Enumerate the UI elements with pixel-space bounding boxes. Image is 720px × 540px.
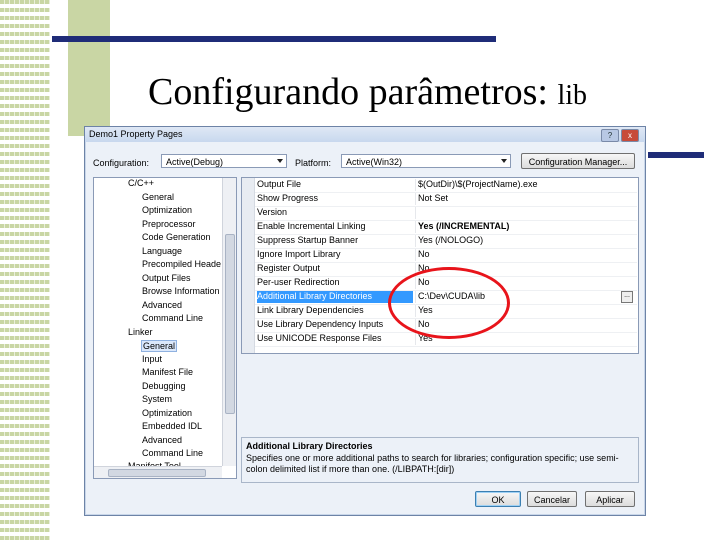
configuration-manager-button[interactable]: Configuration Manager... [521, 153, 635, 169]
property-value: Not Set [415, 193, 628, 205]
browse-button[interactable]: ... [621, 291, 633, 303]
tree-item[interactable]: C/C++ [128, 178, 154, 188]
chevron-down-icon [277, 159, 283, 163]
close-button[interactable]: x [621, 129, 639, 142]
description-title: Additional Library Directories [246, 441, 373, 451]
tree-item[interactable]: Command Line [142, 313, 203, 323]
property-name: Show Progress [257, 193, 319, 203]
tree-horizontal-scrollbar[interactable] [94, 466, 222, 478]
grid-gutter [242, 178, 255, 353]
property-name: Version [257, 207, 288, 217]
property-row[interactable]: Output File $(OutDir)\$(ProjectName).exe [255, 178, 637, 193]
property-value: Yes (/INCREMENTAL) [415, 221, 628, 233]
tree-item[interactable]: Linker [128, 327, 153, 337]
property-value: No [415, 249, 628, 261]
property-row[interactable]: Ignore Import Library No [255, 248, 637, 263]
property-name: Output File [257, 179, 302, 189]
scroll-thumb[interactable] [225, 234, 235, 414]
ok-button[interactable]: OK [475, 491, 521, 507]
configuration-select[interactable]: Active(Debug) [161, 154, 287, 168]
tree-vertical-scrollbar[interactable] [222, 178, 236, 466]
slide-title-sub: lib [557, 80, 588, 111]
tree-item[interactable]: Code Generation [142, 232, 211, 242]
dialog-title: Demo1 Property Pages [89, 129, 183, 139]
tree-item[interactable]: Language [142, 246, 182, 256]
slide-title: Configurando parâmetros: lib [148, 70, 587, 114]
description-panel: Additional Library Directories Specifies… [241, 437, 639, 483]
tree-item[interactable]: Optimization [142, 408, 192, 418]
decorative-block [68, 0, 110, 136]
help-button[interactable]: ? [601, 129, 619, 142]
tree-item-selected[interactable]: General [141, 340, 178, 352]
property-name: Ignore Import Library [257, 249, 341, 259]
tree-item[interactable]: Manifest File [142, 367, 193, 377]
configuration-value: Active(Debug) [166, 157, 224, 167]
tree-item[interactable]: Browse Information [142, 286, 220, 296]
apply-button[interactable]: Aplicar [585, 491, 635, 507]
property-name: Register Output [257, 263, 321, 273]
property-value [415, 207, 628, 219]
property-row[interactable]: Version [255, 206, 637, 221]
dialog-titlebar[interactable]: Demo1 Property Pages ? x [85, 127, 645, 142]
property-value: Yes (/NOLOGO) [415, 235, 628, 247]
decorative-bar-right [648, 152, 704, 158]
property-row[interactable]: Enable Incremental Linking Yes (/INCREME… [255, 220, 637, 235]
property-tree: C/C++ General Optimization Preprocessor … [93, 177, 237, 479]
property-row[interactable]: Suppress Startup Banner Yes (/NOLOGO) [255, 234, 637, 249]
tree-item[interactable]: Output Files [142, 273, 191, 283]
platform-label: Platform: [295, 158, 332, 168]
tree-item[interactable]: System [142, 394, 172, 404]
tree-item[interactable]: Preprocessor [142, 219, 196, 229]
configuration-label: Configuration: [93, 158, 150, 168]
cancel-button[interactable]: Cancelar [527, 491, 577, 507]
slide-title-text: Configurando parâmetros: [148, 71, 548, 113]
tree-item[interactable]: Optimization [142, 205, 192, 215]
tree-item[interactable]: General [142, 192, 174, 202]
property-name: Per-user Redirection [257, 277, 340, 287]
property-name: Use Library Dependency Inputs [257, 319, 384, 329]
tree-item[interactable]: Command Line [142, 448, 203, 458]
property-value: $(OutDir)\$(ProjectName).exe [415, 179, 628, 191]
property-pages-dialog: Demo1 Property Pages ? x Configuration: … [84, 126, 646, 516]
property-name: Suppress Startup Banner [257, 235, 359, 245]
tree-item[interactable]: Advanced [142, 300, 182, 310]
tree-item[interactable]: Embedded IDL [142, 421, 202, 431]
tree-item[interactable]: Input [142, 354, 162, 364]
platform-value: Active(Win32) [346, 157, 403, 167]
property-name: Enable Incremental Linking [257, 221, 366, 231]
description-text: Specifies one or more additional paths t… [246, 453, 619, 474]
chevron-down-icon [501, 159, 507, 163]
tree-item[interactable]: Advanced [142, 435, 182, 445]
decorative-stripes [0, 0, 50, 540]
property-name: Use UNICODE Response Files [257, 333, 382, 343]
platform-select[interactable]: Active(Win32) [341, 154, 511, 168]
property-row[interactable]: Show Progress Not Set [255, 192, 637, 207]
tree-item[interactable]: Debugging [142, 381, 186, 391]
highlight-ellipse [388, 267, 510, 339]
scroll-thumb[interactable] [108, 469, 206, 477]
decorative-bar-top [52, 36, 496, 42]
tree-item[interactable]: Precompiled Heade [142, 259, 221, 269]
